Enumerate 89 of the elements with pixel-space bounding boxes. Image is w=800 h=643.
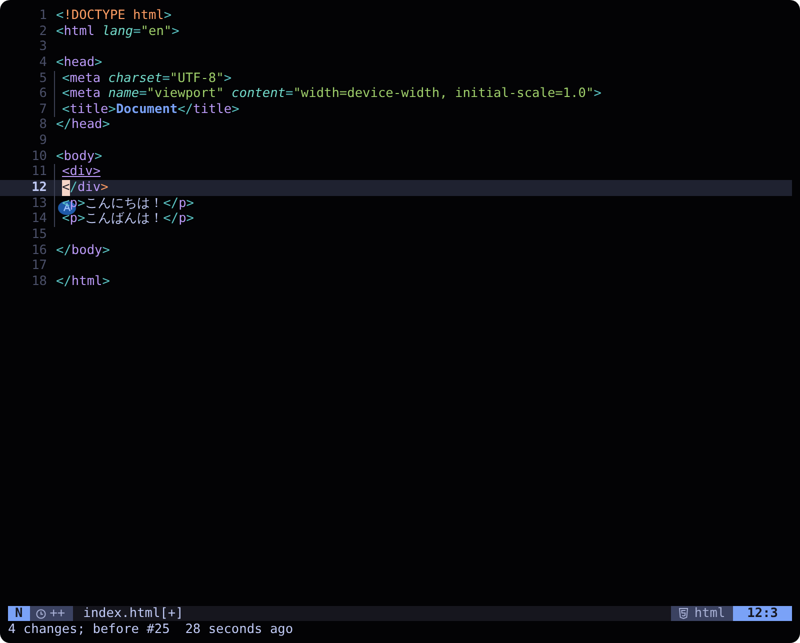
code-token: charset [108,70,162,86]
code-token: > [186,211,194,227]
code-token: head [71,117,102,134]
code-token: > [102,117,110,134]
code-token: head [64,54,95,71]
code-token: p [178,211,186,227]
line-number: 2 [38,24,47,40]
html5-icon [679,608,688,619]
code-token: div [77,180,101,196]
code-token: < [56,24,64,40]
code-token: / [70,180,78,196]
line-number: 17 [30,258,47,274]
code-token: < [56,8,64,24]
code-token: "en" [140,24,172,40]
code-token: Document [116,102,178,118]
line-number: 11 [30,164,47,180]
code-token: < [62,211,70,227]
code-token: こんにちは！ [85,196,164,212]
code-token: こんばんは！ [85,211,164,227]
code-token: body [64,148,95,164]
filetype: html [694,606,726,621]
message-line: 4 changes; before #25 28 seconds ago [7,621,294,639]
line-number: 4 [38,54,47,71]
code-token: > [164,8,172,24]
line-number: 16 [30,242,47,258]
code-token: < [56,54,64,71]
line-number: 13 [30,196,47,212]
code-token: = [133,24,141,40]
code-token: > [102,274,110,290]
code-token: html [71,274,102,290]
clock-icon [36,608,46,618]
code-token: </ [56,242,72,258]
line-number: 7 [38,102,47,118]
code-token: > [77,196,86,212]
line-number: 8 [38,117,47,134]
line-number: 9 [38,133,47,149]
code-token: lang [102,24,134,40]
line-number: 10 [30,148,47,164]
line-number: 12 [30,180,47,196]
code-token: <div> [62,164,101,180]
code-token: title [70,102,108,118]
code-token: "viewport" [146,86,225,102]
code-token: > [232,102,240,118]
code-token: content [232,86,286,102]
code-token: html [64,24,96,40]
code-token: p [178,196,186,212]
code-token: </ [163,196,179,212]
code-token: meta [70,70,102,86]
code-token: </ [178,102,194,118]
cursor-position: 12:3 [733,606,792,621]
changes-count: ++ [50,606,66,621]
code-token: > [102,242,110,258]
code-token: p [70,211,78,227]
code-token: </ [163,211,179,227]
code-token: = [139,86,147,102]
line-number: 18 [30,274,47,290]
line-number: 5 [38,70,47,86]
code-token: > [94,148,102,164]
code-token: = [285,86,294,102]
line-number: 14 [30,211,47,227]
code-token: < [56,148,64,164]
line-number: 15 [30,226,47,243]
code-token: meta [70,86,102,102]
code-token: = [162,70,170,86]
code-token: < [62,70,70,86]
code-token: "width=device-width, initial-scale=1.0" [293,86,594,102]
mode-indicator: N [8,606,30,621]
code-token: > [108,102,116,118]
code-token: name [108,86,140,102]
code-token: > [224,70,232,86]
code-token: > [594,86,602,102]
code-token: > [94,54,102,71]
code-token: !DOCTYPE html [64,8,164,24]
code-token: "UTF-8" [170,70,224,86]
code-token: > [186,196,194,212]
file-name: index.html[+] [82,606,184,621]
code-token: > [77,211,86,227]
line-number: 6 [38,86,47,102]
code-token: < [62,86,70,102]
code-token: </ [56,117,72,134]
code-token: body [71,242,102,258]
cursor: < [62,180,70,196]
code-token: > [100,180,108,196]
line-number: 3 [38,39,47,55]
code-token: title [193,102,232,118]
line-number: 1 [38,8,47,24]
code-token: > [172,24,180,40]
code-token: </ [56,274,72,290]
code-token: < [62,102,70,118]
